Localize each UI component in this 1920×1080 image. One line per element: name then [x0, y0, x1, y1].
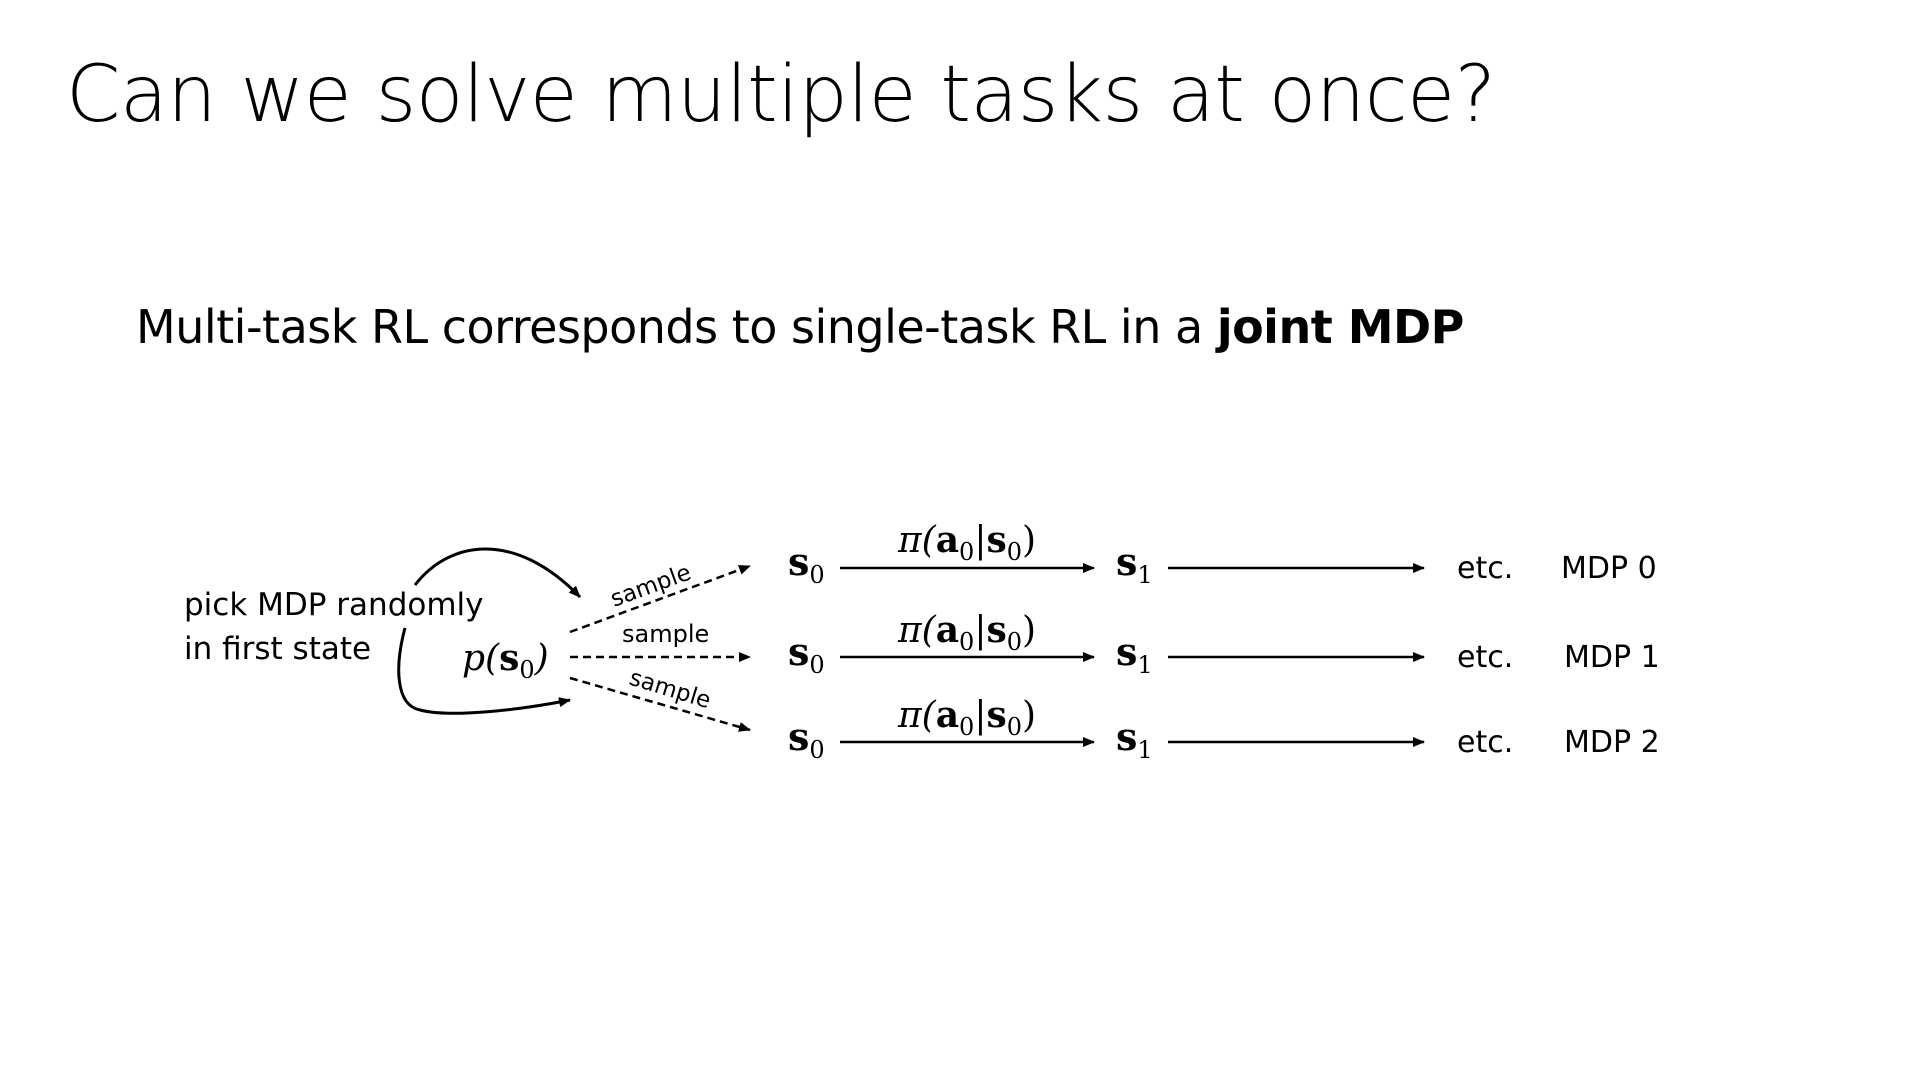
row0-s0: s0: [788, 539, 825, 589]
row1-s0: s0: [788, 629, 825, 679]
row1-etc: etc.: [1457, 640, 1513, 675]
row2-s0: s0: [788, 714, 825, 764]
row0-mdp-label: MDP 0: [1561, 551, 1657, 586]
row0-etc: etc.: [1457, 551, 1513, 586]
sample-label-top: sample: [607, 560, 694, 613]
row2-mdp-label: MDP 2: [1564, 725, 1660, 760]
mdp-diagram: p(s0) sample sample sample s0 π(a0|s0) s…: [397, 519, 1660, 764]
row0-s1: s1: [1116, 539, 1153, 589]
row2-etc: etc.: [1457, 725, 1513, 760]
row1-policy: π(a0|s0): [897, 609, 1036, 656]
curved-arrow-top: [413, 547, 582, 599]
row0-policy: π(a0|s0): [897, 519, 1036, 566]
row2-policy: π(a0|s0): [897, 694, 1036, 741]
mdp-row-1: s0 π(a0|s0) s1 etc. MDP 1: [788, 609, 1660, 679]
sample-label-mid: sample: [622, 620, 709, 648]
row1-s1: s1: [1116, 629, 1153, 679]
initial-state-label: p(s0): [462, 637, 549, 684]
row1-mdp-label: MDP 1: [1564, 640, 1660, 675]
mdp-row-2: s0 π(a0|s0) s1 etc. MDP 2: [788, 694, 1660, 764]
row2-s1: s1: [1116, 714, 1153, 764]
mdp-row-0: s0 π(a0|s0) s1 etc. MDP 0: [788, 519, 1657, 589]
